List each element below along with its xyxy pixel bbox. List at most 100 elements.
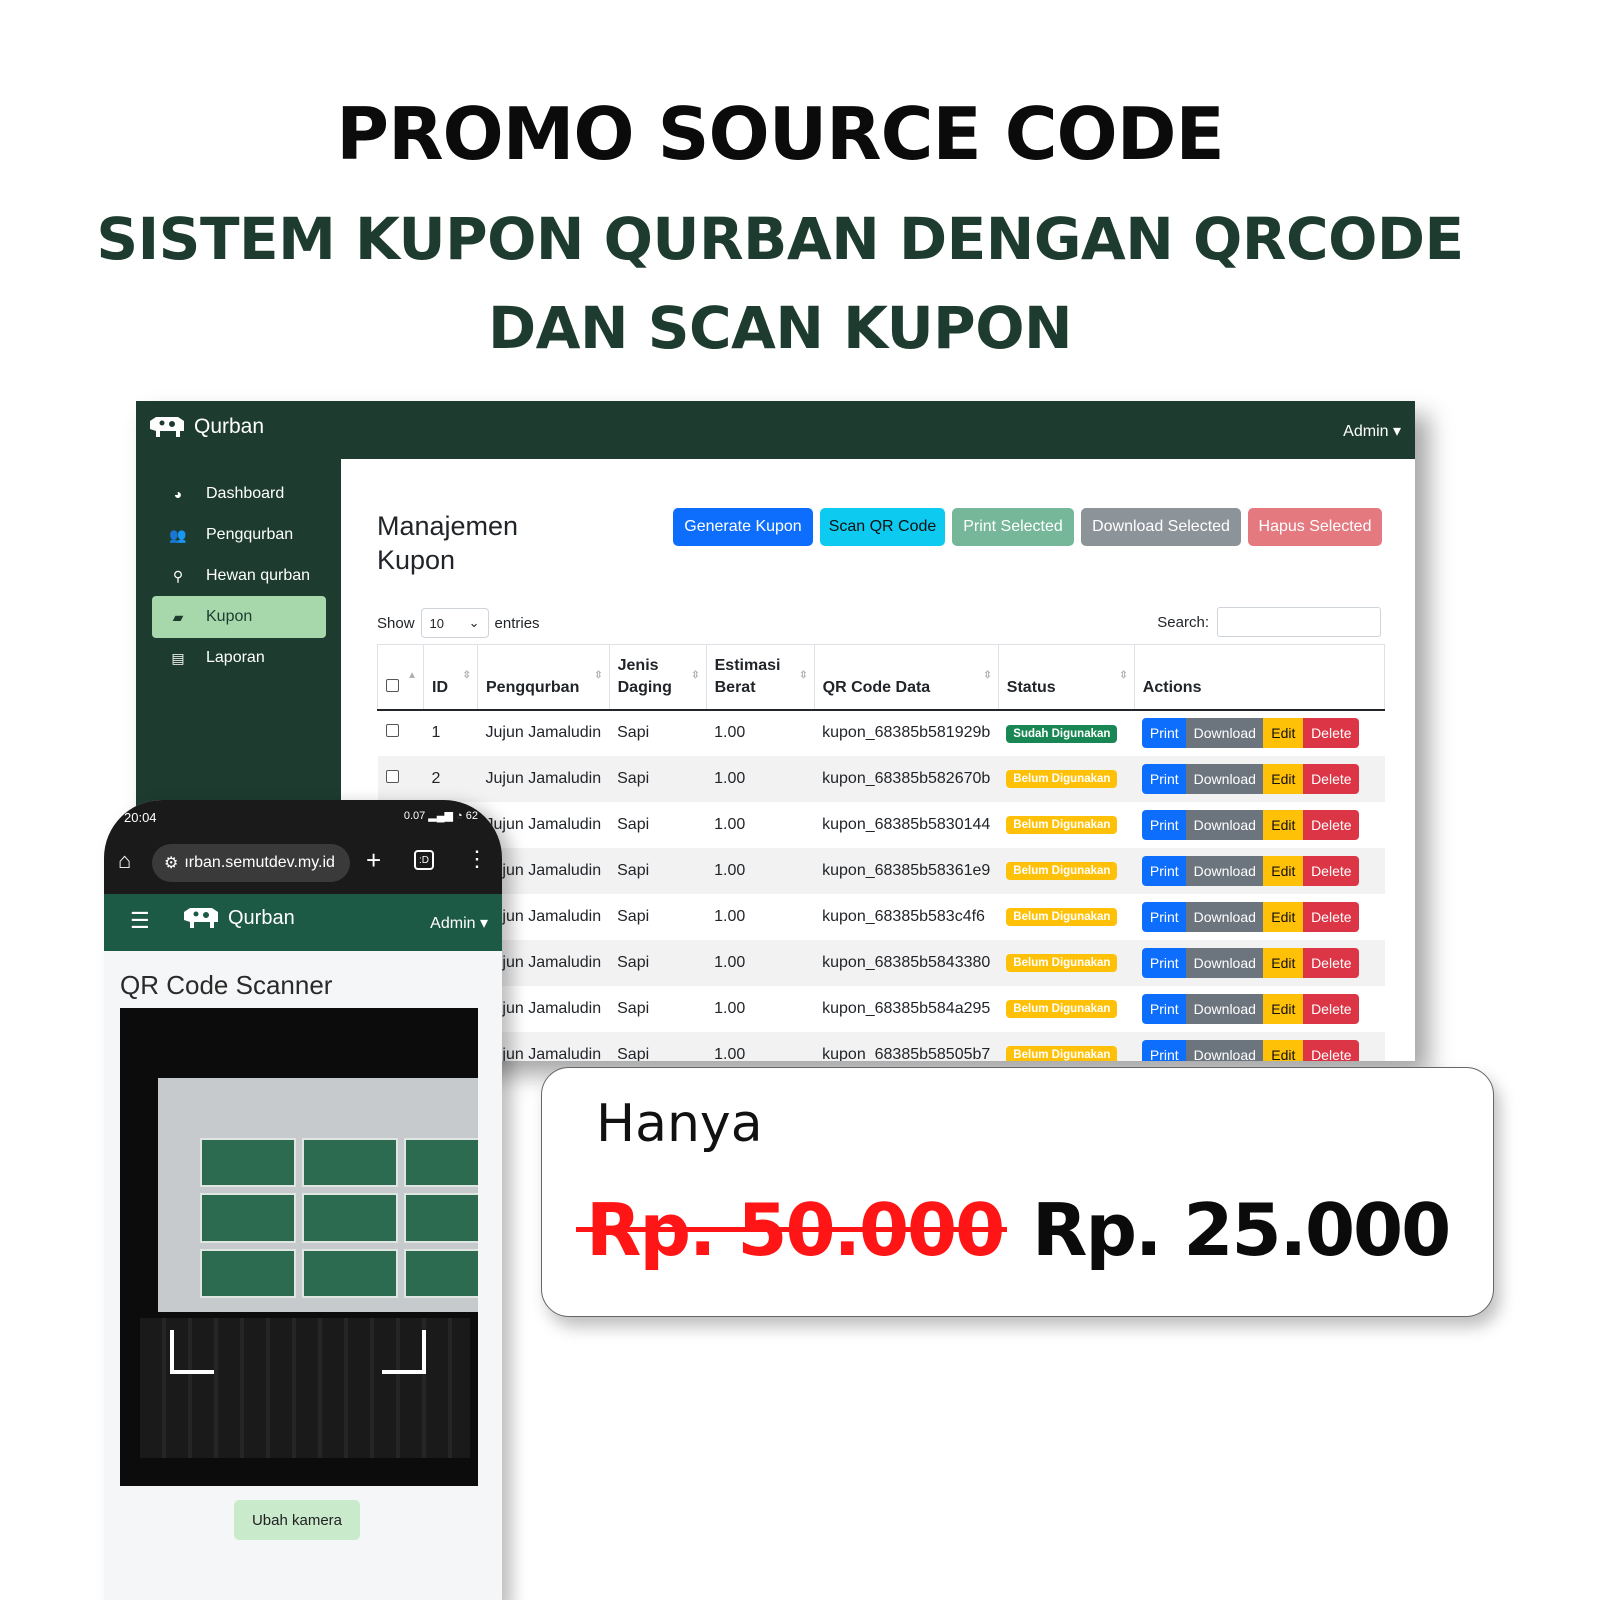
table-row: Jujun Jamaludin Sapi 1.00 kupon_68385b583c4… xyxy=(378,894,1385,940)
status-badge: Belum Digunakan xyxy=(1006,954,1118,972)
more-menu-icon[interactable]: ⋮ xyxy=(466,846,488,872)
cell-jenis-daging: Sapi xyxy=(609,755,707,802)
print-button[interactable]: Print xyxy=(1142,947,1187,978)
edit-button[interactable]: Edit xyxy=(1263,855,1304,886)
cell-actions: Print Download Edit Delete xyxy=(1134,847,1385,894)
download-button[interactable]: Download xyxy=(1186,901,1264,932)
column-status[interactable]: Status ⇳ xyxy=(997,644,1135,711)
print-button[interactable]: Print xyxy=(1142,763,1187,794)
column-pengqurban[interactable]: Pengqurban ⇳ xyxy=(477,644,610,711)
edit-button[interactable]: Edit xyxy=(1263,763,1304,794)
entries-select[interactable]: 10 ⌄ xyxy=(420,608,489,638)
phone-brand[interactable]: Qurban xyxy=(182,906,295,930)
admin-dropdown[interactable]: Admin ▾ xyxy=(430,913,488,933)
scan-qr-button[interactable]: Scan QR Code xyxy=(820,508,945,546)
animal-icon: ⚲ xyxy=(172,567,184,584)
download-selected-button[interactable]: Download Selected xyxy=(1081,508,1241,546)
cell-actions: Print Download Edit Delete xyxy=(1134,755,1385,802)
delete-button[interactable]: Delete xyxy=(1303,809,1360,840)
delete-button[interactable]: Delete xyxy=(1303,763,1360,794)
print-selected-button[interactable]: Print Selected xyxy=(952,508,1074,546)
sidebar-item-laporan[interactable]: ▤ Laporan xyxy=(152,637,326,679)
column-estimasi-berat[interactable]: Estimasi Berat ⇳ xyxy=(705,644,815,711)
print-button[interactable]: Print xyxy=(1142,993,1187,1024)
search-input[interactable] xyxy=(1217,607,1381,637)
new-tab-icon[interactable]: + xyxy=(366,845,381,876)
table-row: Jujun Jamaludin Sapi 1.00 kupon_68385b58433… xyxy=(377,939,1385,986)
entries-label: entries xyxy=(494,614,540,632)
url-field[interactable]: ⚙ ırban.semutdev.my.id xyxy=(152,844,350,882)
status-badge: Belum Digunakan xyxy=(1006,862,1118,880)
sidebar-item-dashboard[interactable]: ◕ Dashboard xyxy=(152,473,326,515)
edit-button[interactable]: Edit xyxy=(1263,809,1304,840)
table-row: Jujun Jamaludin Sapi 1.00 kupon_68385b58361… xyxy=(377,847,1385,894)
cell-jenis-daging: Sapi xyxy=(617,724,650,741)
truck-icon: ▰ xyxy=(172,608,184,625)
row-checkbox-cell[interactable] xyxy=(377,755,424,802)
status-badge: Belum Digunakan xyxy=(1006,770,1118,788)
price-card: Hanya Rp. 50.000 Rp. 25.000 xyxy=(541,1067,1494,1317)
edit-button[interactable]: Edit xyxy=(1263,1039,1304,1061)
select-all-checkbox[interactable] xyxy=(386,678,399,692)
column-qr-code-data[interactable]: QR Code Data ⇳ xyxy=(813,644,999,711)
new-price: Rp. 25.000 xyxy=(1032,1188,1451,1272)
sidebar-item-kupon[interactable]: ▰ Kupon xyxy=(152,596,326,638)
brand[interactable]: Qurban xyxy=(148,415,264,439)
delete-selected-button[interactable]: Hapus Selected xyxy=(1248,508,1382,546)
home-icon[interactable]: ⌂ xyxy=(118,848,131,874)
delete-button[interactable]: Delete xyxy=(1303,993,1360,1024)
column-actions: Actions xyxy=(1133,644,1386,711)
tabs-icon[interactable]: :D xyxy=(414,850,434,870)
admin-dropdown[interactable]: Admin ▾ xyxy=(1343,421,1401,441)
print-button[interactable]: Print xyxy=(1142,855,1187,886)
download-button[interactable]: Download xyxy=(1186,855,1264,886)
promo-title: PROMO SOURCE CODE xyxy=(336,92,1224,176)
cell-status: Belum Digunakan xyxy=(998,755,1135,802)
edit-button[interactable]: Edit xyxy=(1263,947,1304,978)
delete-button[interactable]: Delete xyxy=(1303,947,1360,978)
download-button[interactable]: Download xyxy=(1186,718,1264,748)
promo-subtitle-line2: DAN SCAN KUPON xyxy=(487,294,1073,362)
cell-actions: Print Download Edit Delete xyxy=(1134,986,1384,1032)
print-button[interactable]: Print xyxy=(1142,809,1187,840)
row-checkbox[interactable] xyxy=(385,724,399,737)
edit-button[interactable]: Edit xyxy=(1263,718,1304,748)
print-button[interactable]: Print xyxy=(1142,901,1187,932)
cell-status: Belum Digunakan xyxy=(998,847,1135,894)
sidebar-item-pengqurban[interactable]: 👥 Pengqurban xyxy=(152,514,326,556)
delete-button[interactable]: Delete xyxy=(1303,718,1360,748)
delete-button[interactable]: Delete xyxy=(1303,1039,1360,1061)
phone-screenshot: 20:04 0.07 ▂▄▆ ◔ 62 ⌂ ⚙ ırban.semutdev.m… xyxy=(104,800,502,1600)
delete-button[interactable]: Delete xyxy=(1303,855,1360,886)
camera-view[interactable] xyxy=(120,1008,478,1486)
download-button[interactable]: Download xyxy=(1186,809,1264,840)
edit-button[interactable]: Edit xyxy=(1263,993,1304,1024)
sidebar-item-hewan-qurban[interactable]: ⚲ Hewan qurban xyxy=(152,555,326,597)
download-button[interactable]: Download xyxy=(1186,763,1264,794)
cell-jenis-daging: Sapi xyxy=(617,907,650,925)
print-button[interactable]: Print xyxy=(1142,718,1187,748)
cell-qr-code-data: kupon_68385b583c4f6 xyxy=(822,907,985,925)
select-all-header[interactable]: ▲ xyxy=(377,644,424,711)
cell-qr-code-data: kupon_68385b5830144 xyxy=(822,815,991,833)
generate-kupon-button[interactable]: Generate Kupon xyxy=(673,508,813,546)
phone-time: 20:04 xyxy=(124,810,157,825)
column-id[interactable]: ID ⇳ xyxy=(423,644,478,711)
column-jenis-daging[interactable]: Jenis Daging ⇳ xyxy=(608,644,707,711)
delete-button[interactable]: Delete xyxy=(1303,901,1360,932)
cell-pengqurban: Jujun Jamaludin xyxy=(485,724,602,741)
cell-qr-code-data: kupon_68385b584a295 xyxy=(822,999,991,1017)
row-checkbox-cell[interactable] xyxy=(378,710,424,756)
hamburger-icon[interactable]: ☰ xyxy=(130,908,150,934)
download-button[interactable]: Download xyxy=(1186,1039,1264,1061)
download-button[interactable]: Download xyxy=(1186,993,1264,1024)
sort-icon: ⇳ xyxy=(594,669,603,681)
download-button[interactable]: Download xyxy=(1186,947,1264,978)
edit-button[interactable]: Edit xyxy=(1263,901,1304,932)
cell-id: 2 xyxy=(423,755,478,802)
status-badge: Belum Digunakan xyxy=(1006,1046,1118,1061)
row-checkbox[interactable] xyxy=(385,769,399,783)
switch-camera-button[interactable]: Ubah kamera xyxy=(234,1500,360,1540)
print-button[interactable]: Print xyxy=(1142,1039,1187,1061)
entries-control: Show 10 ⌄ entries xyxy=(377,608,540,638)
